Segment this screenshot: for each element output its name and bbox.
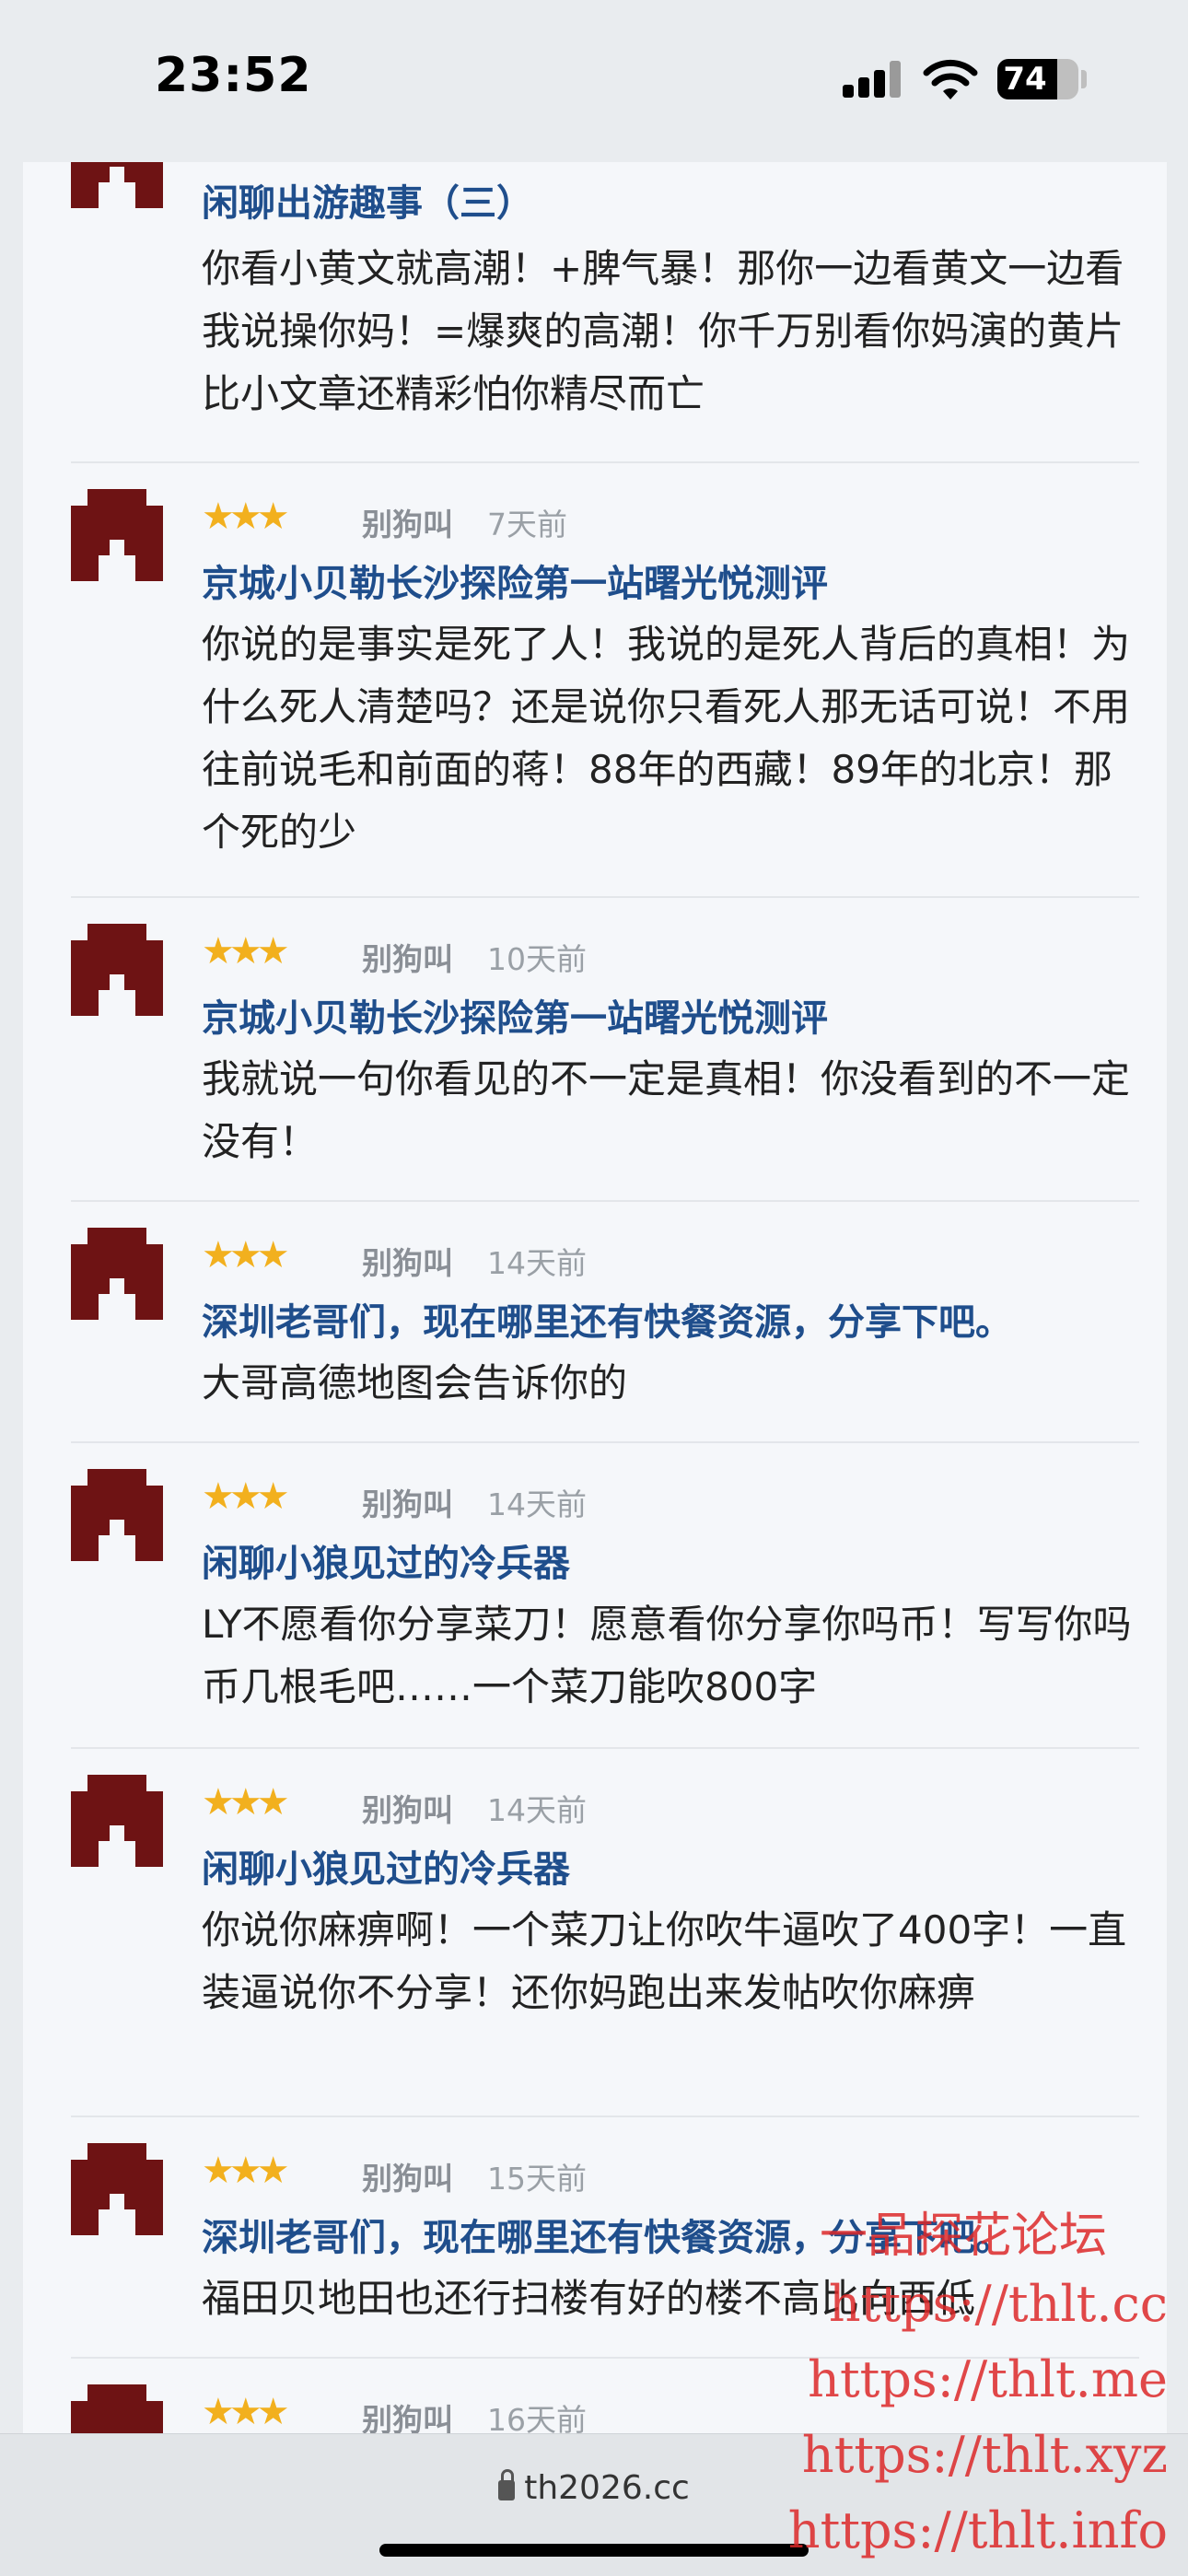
comment-time: 15天前 (487, 2161, 587, 2197)
thread-link[interactable]: 深圳老哥们，现在哪里还有快餐资源，分享下吧。 (202, 1292, 1012, 1346)
battery-icon: 74 (997, 59, 1078, 99)
watermark-title: 一品探花论坛 (820, 2209, 1108, 2264)
rating-stars: ★★★ (202, 2150, 290, 2192)
comment-text: 大哥高德地图会告诉你的 (202, 1360, 628, 1405)
author-name[interactable]: 别狗叫 (362, 500, 453, 544)
avatar[interactable] (71, 2384, 163, 2433)
wifi-icon (923, 59, 978, 99)
status-bar: 23:52 74 (0, 0, 1188, 161)
avatar[interactable] (71, 1228, 163, 1320)
comment-item: ★★★ 闲聊出游趣事（三） 你看小黄文就高潮！+脾气暴！那你一边看黄文一边看我说… (71, 162, 1139, 463)
comment-text: 我就说一句你看见的不一定是真相！你没看到的不一定没有！ (202, 1056, 1131, 1164)
author-name[interactable]: 别狗叫 (362, 1239, 453, 1283)
battery-percentage: 74 (1003, 61, 1047, 98)
comment-item: ★★★ 别狗叫 7天前 京城小贝勒长沙探险第一站曙光悦测评 你说的是事实是死了人… (71, 461, 1139, 898)
comment-time: 14天前 (487, 1486, 587, 1522)
author-name[interactable]: 别狗叫 (362, 1480, 453, 1524)
rating-stars: ★★★ (202, 1234, 290, 1276)
comment-text: LY不愿看你分享菜刀！愿意看你分享你吗币！写写你吗币几根毛吧……一个菜刀能吹80… (202, 1602, 1132, 1709)
author-name[interactable]: 别狗叫 (362, 935, 453, 979)
url-text: th2026.cc (524, 2469, 690, 2507)
clock: 23:52 (155, 48, 312, 103)
author-name[interactable]: 别狗叫 (362, 1786, 453, 1830)
rating-stars: ★★★ (202, 2391, 290, 2433)
comment-item: ★★★ 别狗叫 14天前 闲聊小狼见过的冷兵器 你说你麻痹啊！一个菜刀让你吹牛逼… (71, 1747, 1139, 2117)
watermark-line: https://thlt.cc (828, 2275, 1168, 2333)
rating-stars: ★★★ (202, 1781, 290, 1824)
watermark-line: https://thlt.xyz (801, 2426, 1168, 2484)
rating-stars: ★★★ (202, 930, 290, 973)
thread-link[interactable]: 京城小贝勒长沙探险第一站曙光悦测评 (202, 988, 828, 1042)
comment-item: ★★★ 别狗叫 14天前 深圳老哥们，现在哪里还有快餐资源，分享下吧。 大哥高德… (71, 1200, 1139, 1443)
watermark-line: https://thlt.me (808, 2350, 1168, 2408)
cellular-signal-icon (843, 61, 902, 98)
lock-icon (498, 2469, 516, 2500)
avatar[interactable] (71, 162, 163, 208)
comment-text: 你说的是事实是死了人！我说的是死人背后的真相！为什么死人清楚吗？还是说你只看死人… (202, 622, 1131, 855)
avatar[interactable] (71, 489, 163, 581)
comment-time: 16天前 (487, 2402, 587, 2433)
watermark-line: https://thlt.info (787, 2501, 1168, 2559)
comment-time: 7天前 (487, 507, 567, 542)
rating-stars: ★★★ (202, 1475, 290, 1518)
rating-stars: ★★★ (202, 495, 290, 538)
home-indicator[interactable] (379, 2544, 809, 2557)
comment-text: 你说你麻痹啊！一个菜刀让你吹牛逼吹了400字！一直装逼说你不分享！还你妈跑出来发… (202, 1907, 1127, 2015)
avatar[interactable] (71, 2143, 163, 2235)
avatar[interactable] (71, 924, 163, 1016)
comment-item: ★★★ 别狗叫 14天前 闲聊小狼见过的冷兵器 LY不愿看你分享菜刀！愿意看你分… (71, 1441, 1139, 1749)
battery-tip (1081, 70, 1087, 88)
thread-link[interactable]: 闲聊出游趣事（三） (202, 173, 533, 227)
avatar[interactable] (71, 1775, 163, 1867)
thread-link[interactable]: 闲聊小狼见过的冷兵器 (202, 1839, 570, 1893)
comment-item: ★★★ 别狗叫 10天前 京城小贝勒长沙探险第一站曙光悦测评 我就说一句你看见的… (71, 896, 1139, 1202)
author-name[interactable]: 别狗叫 (362, 2395, 453, 2433)
comment-text: 你看小黄文就高潮！+脾气暴！那你一边看黄文一边看我说操你妈！=爆爽的高潮！你千万… (202, 246, 1124, 416)
comment-time: 14天前 (487, 1792, 587, 1828)
avatar[interactable] (71, 1469, 163, 1561)
thread-link[interactable]: 京城小贝勒长沙探险第一站曙光悦测评 (202, 554, 828, 607)
comment-list: ★★★ 闲聊出游趣事（三） 你看小黄文就高潮！+脾气暴！那你一边看黄文一边看我说… (23, 162, 1167, 2433)
comment-time: 14天前 (487, 1245, 587, 1281)
author-name[interactable]: 别狗叫 (362, 2154, 453, 2198)
comment-time: 10天前 (487, 941, 587, 977)
thread-link[interactable]: 闲聊小狼见过的冷兵器 (202, 1533, 570, 1587)
